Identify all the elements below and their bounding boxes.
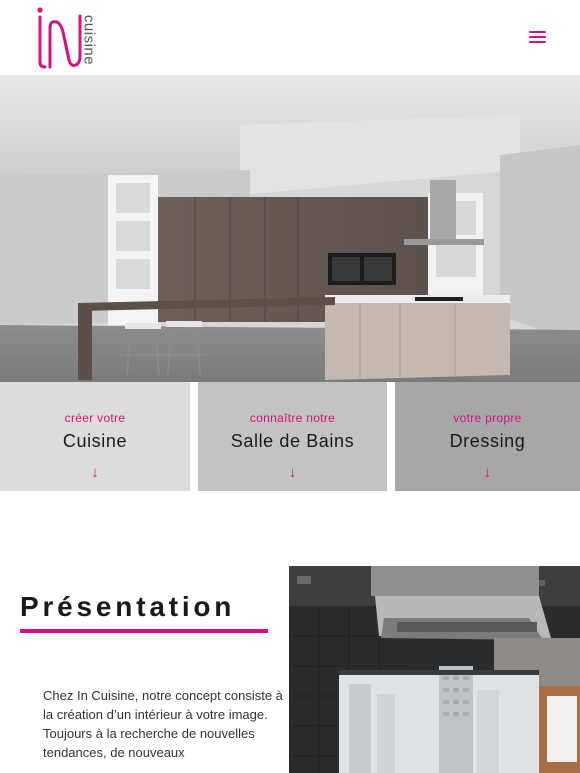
tile-cuisine-title: Cuisine [62,431,128,451]
logo[interactable]: cuisine [33,6,103,70]
tile-salle-de-bains[interactable]: connaître notre Salle de Bains ↓ [198,382,387,491]
tile-cuisine-subtitle: créer votre [64,411,126,425]
logo-mark [37,7,82,69]
tile-dressing-title: Dressing [449,431,526,451]
logo-wordmark: cuisine [80,14,98,66]
menu-hamburger-button[interactable] [527,27,549,45]
tile-dressing-subtitle: votre propre [453,411,522,425]
site-header: cuisine [0,0,580,75]
tile-cuisine[interactable]: créer votre Cuisine ↓ [0,382,190,491]
arrow-down-icon: ↓ [483,464,492,481]
presentation-kitchen-image [289,566,580,773]
hero-kitchen-image [0,75,580,382]
presentation-heading: Présentation [20,591,236,622]
arrow-down-icon: ↓ [288,464,297,481]
category-tiles: créer votre Cuisine ↓ connaître notre Sa… [0,382,580,491]
presentation-underline [20,629,268,633]
arrow-down-icon: ↓ [91,464,99,481]
tile-salle-de-bains-subtitle: connaître notre [249,411,336,425]
tile-dressing[interactable]: votre propre Dressing ↓ [395,382,580,491]
presentation-text: Chez In Cuisine, notre concept consiste … [43,688,283,760]
tile-salle-de-bains-title: Salle de Bains [230,431,355,451]
